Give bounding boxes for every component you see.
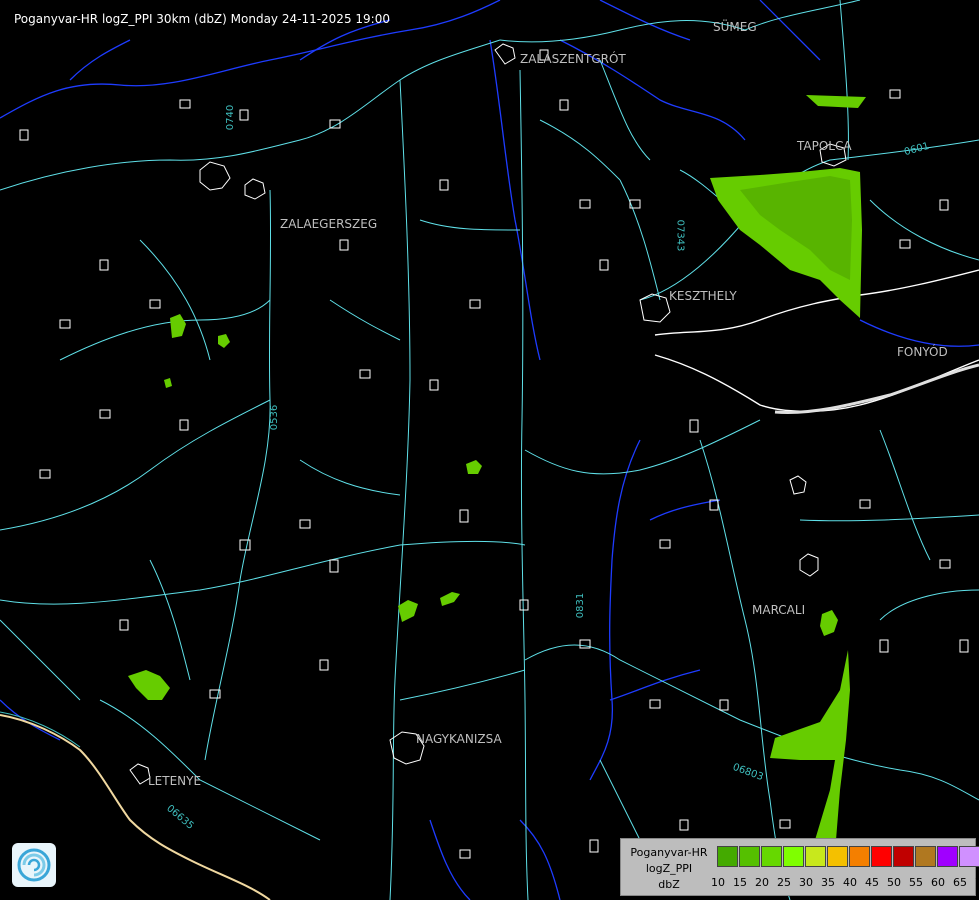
map-title: Poganyvar-HR logZ_PPI 30km (dbZ) Monday … [14,12,390,26]
legend-caption: Poganyvar-HR logZ_PPI dbZ [623,845,715,893]
city-label-marcali: MARCALI [752,603,806,617]
city-label-nagykanizsa: NAGYKANIZSA [416,732,502,746]
city-label-zalaszentgrot: ZALASZENTGRÓT [520,52,626,66]
legend-tick-label: 30 [799,876,813,889]
legend-radar-name: Poganyvar-HR [630,846,708,859]
legend-tick-label: 50 [887,876,901,889]
road-label-0740: 0740 [225,104,237,131]
city-label-keszthely: KESZTHELY [669,289,737,303]
city-label-sumeg: SÜMEG [713,20,757,34]
legend-swatch [761,846,782,867]
legend-color-scale [717,846,979,867]
legend-swatch [849,846,870,867]
legend-swatch [805,846,826,867]
road-label-0536: 0536 [269,404,281,431]
city-label-letenye: LETENYE [148,774,202,788]
legend-tick-label: 60 [931,876,945,889]
radar-service-logo-icon [12,843,56,887]
legend-tick-label: 65 [953,876,967,889]
city-label-tapolca: TAPOLCA [797,139,852,153]
legend-tick-label: 10 [711,876,725,889]
city-label-fonyod: FONYÓD [897,345,948,359]
reflectivity-legend: Poganyvar-HR logZ_PPI dbZ 10 15 20 25 30 35 40… [620,838,979,896]
city-label-zalaegerszeg: ZALAEGERSZEG [280,217,378,231]
legend-swatch [827,846,848,867]
legend-swatch [739,846,760,867]
legend-unit: dbZ [658,878,680,891]
legend-swatch [783,846,804,867]
legend-tick-label: 20 [755,876,769,889]
legend-tick-label: 70 [975,876,979,889]
legend-swatch [717,846,738,867]
legend-tick-label: 55 [909,876,923,889]
legend-swatch [871,846,892,867]
road-label-0831: 0831 [575,592,587,619]
radar-map [0,0,979,900]
legend-tick-label: 45 [865,876,879,889]
legend-tick-label: 35 [821,876,835,889]
legend-swatch [937,846,958,867]
legend-swatch [915,846,936,867]
road-label-07343: 07343 [674,219,686,252]
legend-tick-label: 25 [777,876,791,889]
legend-swatch [893,846,914,867]
legend-tick-label: 40 [843,876,857,889]
legend-swatch [959,846,979,867]
legend-product-name: logZ_PPI [645,862,693,875]
legend-tick-label: 15 [733,876,747,889]
